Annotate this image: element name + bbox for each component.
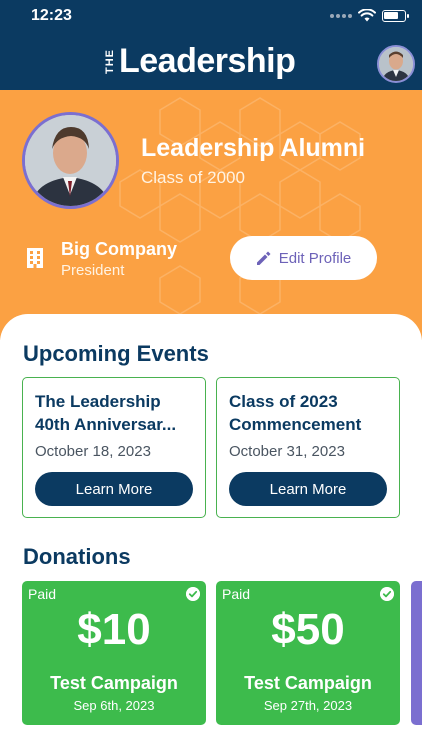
donation-card[interactable]: Paid $10 Test Campaign Sep 6th, 2023 [22,581,206,725]
profile-name: Leadership Alumni [141,134,366,162]
events-section-title: Upcoming Events [23,341,209,366]
event-card[interactable]: The Leadership 40th Anniversar... Octobe… [22,377,206,518]
profile-class-year: Class of 2000 [141,168,245,187]
status-indicators [330,9,409,22]
wifi-icon [358,9,376,22]
event-title-line2: 40th Anniversar... [35,415,177,434]
event-title: The Leadership 40th Anniversar... [35,390,195,436]
profile-avatar[interactable] [22,112,119,209]
logo-prefix: THE [104,49,116,74]
learn-more-button[interactable]: Learn More [229,472,387,506]
event-title: Class of 2023 Commencement [229,390,389,436]
donation-campaign: Test Campaign [50,673,178,693]
company-name: Big Company [61,239,178,259]
donation-date: Sep 27th, 2023 [263,698,353,713]
event-date: October 18, 2023 [35,443,151,460]
app-header: 12:23 THE Leadership [0,0,422,90]
profile-banner: Leadership Alumni Class of 2000 Big Comp… [0,90,422,340]
donation-card-peek[interactable] [411,581,422,725]
event-title-line2: Commencement [229,415,362,434]
logo-text: Leadership [119,42,296,80]
company-role: President [61,262,125,279]
signal-icon [330,13,352,18]
event-card[interactable]: Class of 2023 Commencement October 31, 2… [216,377,400,518]
status-time: 12:23 [31,7,72,24]
check-icon [380,587,394,601]
donation-campaign: Test Campaign [244,673,372,693]
event-title-line1: The Leadership [35,392,161,411]
event-title-line1: Class of 2023 [229,392,338,411]
edit-profile-button[interactable]: Edit Profile [230,236,377,280]
donations-section-title: Donations [23,544,131,569]
donation-amount: $50 [271,605,345,654]
donation-status: Paid [28,586,57,602]
donation-status: Paid [222,586,251,602]
app-logo: THE Leadership [104,42,296,81]
donation-card[interactable]: Paid $50 Test Campaign Sep 27th, 2023 [216,581,400,725]
donation-date: Sep 6th, 2023 [73,698,155,713]
check-icon [186,587,200,601]
pencil-icon [256,251,271,265]
building-icon [27,248,43,268]
battery-icon [382,9,409,22]
learn-more-button[interactable]: Learn More [35,472,193,506]
header-avatar[interactable] [377,45,415,83]
event-date: October 31, 2023 [229,443,345,460]
donation-amount: $10 [77,605,151,654]
edit-profile-label: Edit Profile [278,249,352,267]
